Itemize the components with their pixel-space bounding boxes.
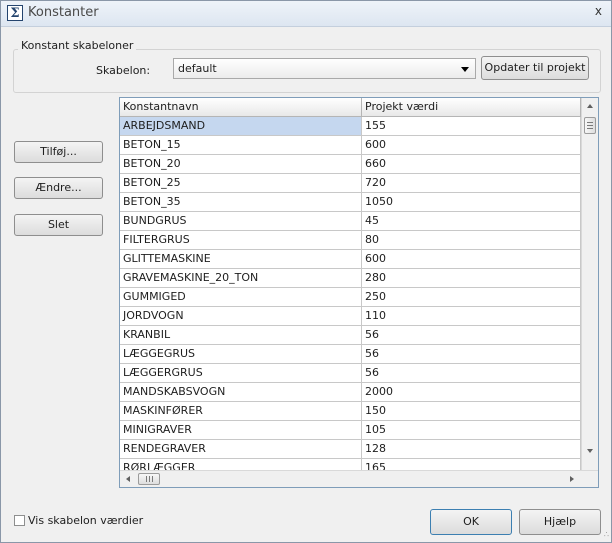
sigma-icon: Σ — [7, 5, 23, 21]
project-value-cell[interactable]: 150 — [362, 402, 581, 421]
project-value-cell[interactable]: 720 — [362, 174, 581, 193]
horizontal-scroll-thumb[interactable] — [138, 473, 160, 485]
scroll-up-icon[interactable] — [587, 104, 593, 108]
dropdown-arrow-icon — [461, 67, 469, 72]
constant-name-cell[interactable]: RENDEGRAVER — [120, 440, 362, 459]
scroll-left-icon[interactable] — [126, 476, 130, 482]
project-value-cell[interactable]: 600 — [362, 136, 581, 155]
constant-name-cell[interactable]: MASKINFØRER — [120, 402, 362, 421]
constant-name-cell[interactable]: GRAVEMASKINE_20_TON — [120, 269, 362, 288]
vertical-scroll-thumb[interactable] — [584, 117, 596, 134]
constant-name-cell[interactable]: BETON_25 — [120, 174, 362, 193]
constant-name-cell[interactable]: KRANBIL — [120, 326, 362, 345]
update-to-project-button[interactable]: Opdater til projekt — [481, 56, 589, 80]
constant-name-cell[interactable]: FILTERGRUS — [120, 231, 362, 250]
vertical-scrollbar[interactable] — [581, 98, 598, 470]
add-button[interactable]: Tilføj... — [14, 141, 103, 163]
edit-button[interactable]: Ændre... — [14, 177, 103, 199]
constant-name-cell[interactable]: MINIGRAVER — [120, 421, 362, 440]
constants-table[interactable]: Konstantnavn Projekt værdi ARBEJDSMAND 15… — [119, 97, 599, 488]
constant-name-cell[interactable]: BUNDGRUS — [120, 212, 362, 231]
window-title: Konstanter — [28, 5, 99, 20]
horizontal-scrollbar[interactable] — [120, 470, 598, 487]
grip-line — [152, 476, 153, 482]
constant-name-cell[interactable]: GLITTEMASKINE — [120, 250, 362, 269]
grip-line — [587, 125, 593, 126]
project-value-cell[interactable]: 600 — [362, 250, 581, 269]
template-selected-value: default — [178, 62, 217, 75]
constant-name-cell[interactable]: LÆGGERGRUS — [120, 364, 362, 383]
project-value-cell[interactable]: 250 — [362, 288, 581, 307]
grip-line — [587, 122, 593, 123]
project-value-cell[interactable]: 280 — [362, 269, 581, 288]
constant-name-cell[interactable]: BETON_15 — [120, 136, 362, 155]
project-value-cell[interactable]: 56 — [362, 326, 581, 345]
constant-name-cell[interactable]: ARBEJDSMAND — [120, 117, 362, 136]
konstanter-dialog: Σ Konstanter x Konstant skabeloner Skabe… — [0, 0, 612, 543]
project-value-cell[interactable]: 1050 — [362, 193, 581, 212]
project-value-cell[interactable]: 155 — [362, 117, 581, 136]
project-value-cell[interactable]: 128 — [362, 440, 581, 459]
constant-name-cell[interactable]: BETON_35 — [120, 193, 362, 212]
template-dropdown[interactable]: default — [173, 58, 476, 79]
delete-button[interactable]: Slet — [14, 214, 103, 236]
constant-name-cell[interactable]: LÆGGEGRUS — [120, 345, 362, 364]
template-label: Skabelon: — [96, 64, 151, 77]
project-value-cell[interactable]: 2000 — [362, 383, 581, 402]
close-icon[interactable]: x — [595, 4, 602, 18]
project-value-cell[interactable]: 80 — [362, 231, 581, 250]
column-header-name[interactable]: Konstantnavn — [120, 98, 362, 117]
resize-grip-icon[interactable]: ∴ — [604, 530, 609, 539]
grip-line — [146, 476, 147, 482]
project-value-cell[interactable]: 110 — [362, 307, 581, 326]
constant-name-cell[interactable]: JORDVOGN — [120, 307, 362, 326]
constant-name-cell[interactable]: MANDSKABSVOGN — [120, 383, 362, 402]
grip-line — [149, 476, 150, 482]
help-button[interactable]: Hjælp — [519, 509, 601, 535]
scroll-right-icon[interactable] — [570, 476, 574, 482]
template-group-legend: Konstant skabeloner — [18, 39, 137, 52]
project-value-cell[interactable]: 56 — [362, 364, 581, 383]
project-value-cell[interactable]: 45 — [362, 212, 581, 231]
grip-line — [587, 128, 593, 129]
ok-button[interactable]: OK — [430, 509, 512, 535]
project-value-cell[interactable]: 660 — [362, 155, 581, 174]
project-value-cell[interactable]: 105 — [362, 421, 581, 440]
constant-name-cell[interactable]: GUMMIGED — [120, 288, 362, 307]
constant-name-cell[interactable]: BETON_20 — [120, 155, 362, 174]
show-template-values-label[interactable]: Vis skabelon værdier — [28, 514, 143, 527]
column-header-value[interactable]: Projekt værdi — [362, 98, 581, 117]
scroll-down-icon[interactable] — [587, 449, 593, 453]
title-bar[interactable]: Σ Konstanter x — [1, 1, 611, 27]
show-template-values-checkbox[interactable] — [14, 515, 25, 526]
project-value-cell[interactable]: 56 — [362, 345, 581, 364]
